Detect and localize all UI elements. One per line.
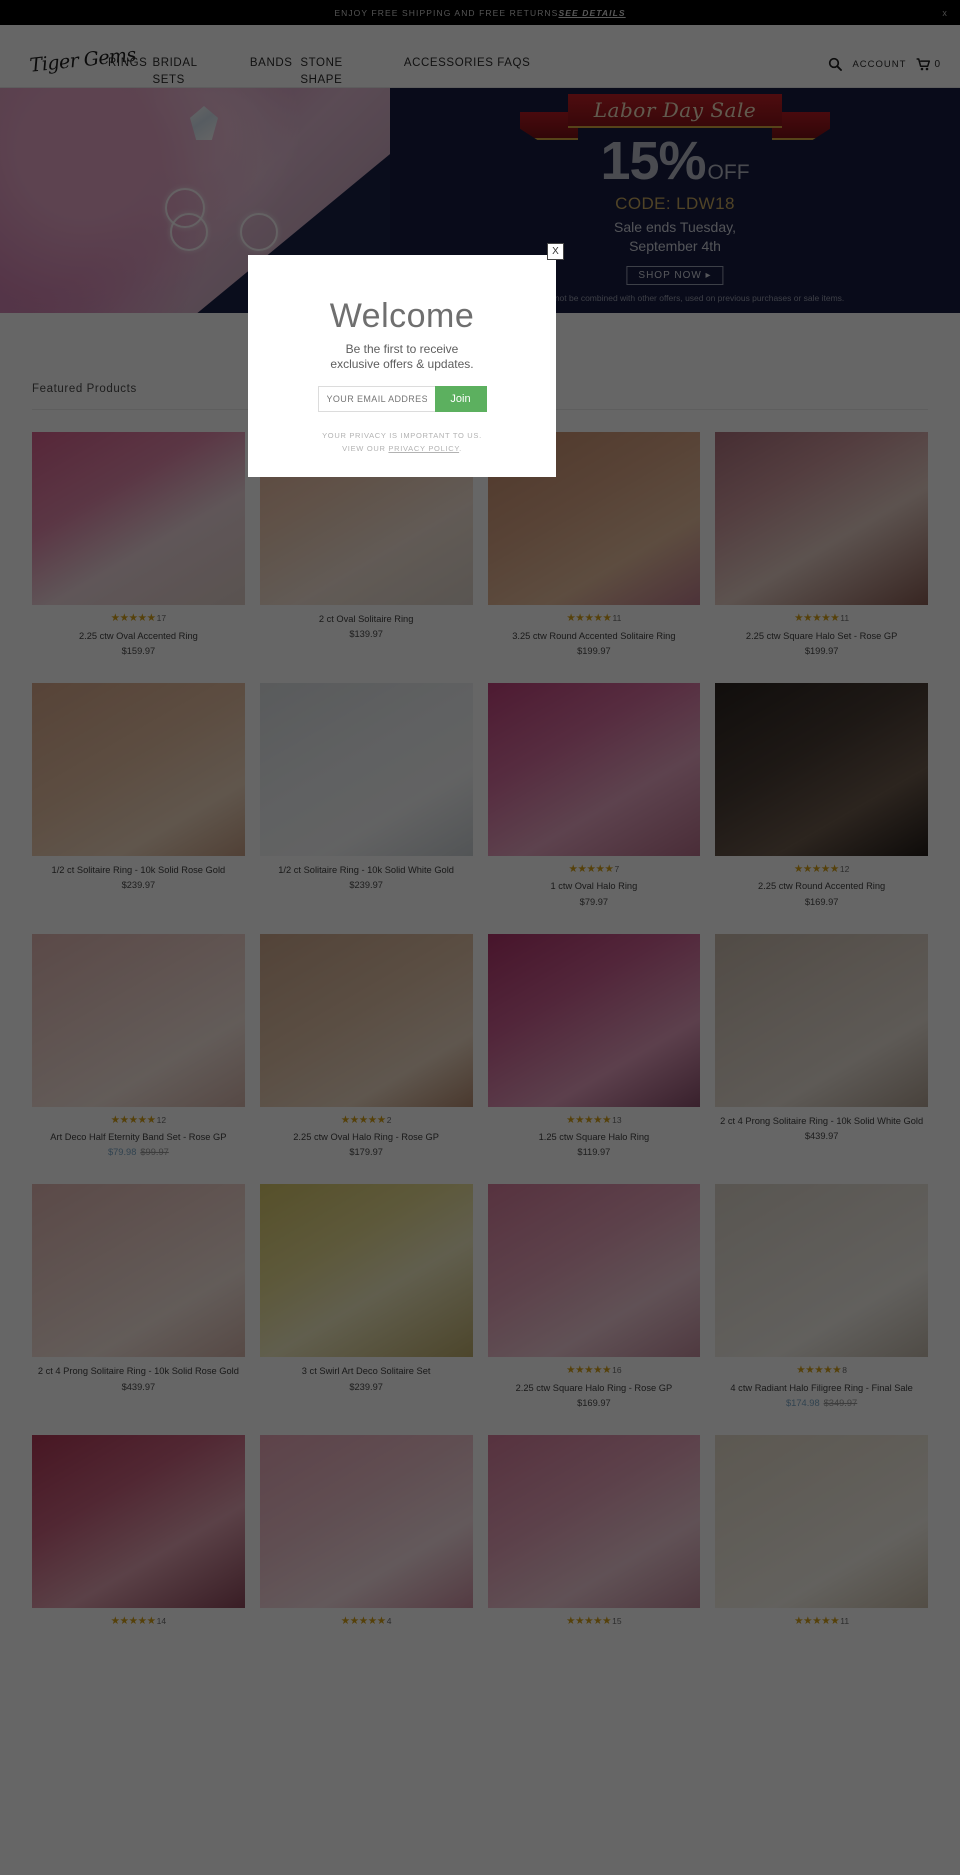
modal-privacy-note: YOUR PRIVACY IS IMPORTANT TO US. VIEW OU…	[248, 430, 556, 456]
modal-subtitle: Be the first to receive exclusive offers…	[330, 342, 474, 371]
modal-close-button[interactable]: X	[547, 243, 564, 260]
privacy-line-1: YOUR PRIVACY IS IMPORTANT TO US.	[322, 431, 482, 440]
privacy-line-2: VIEW OUR PRIVACY POLICY.	[248, 443, 556, 456]
newsletter-modal: X Welcome Be the first to receive exclus…	[248, 243, 564, 477]
page-root: ENJOY FREE SHIPPING AND FREE RETURNSSEE …	[0, 0, 960, 1875]
privacy-suffix: .	[459, 443, 462, 453]
join-button[interactable]: Join	[434, 386, 487, 412]
email-input[interactable]	[317, 386, 435, 412]
privacy-prefix: VIEW OUR	[342, 443, 389, 453]
newsletter-form: Join	[248, 386, 556, 412]
modal-title: Welcome	[329, 297, 475, 335]
privacy-policy-link[interactable]: PRIVACY POLICY	[388, 444, 459, 453]
